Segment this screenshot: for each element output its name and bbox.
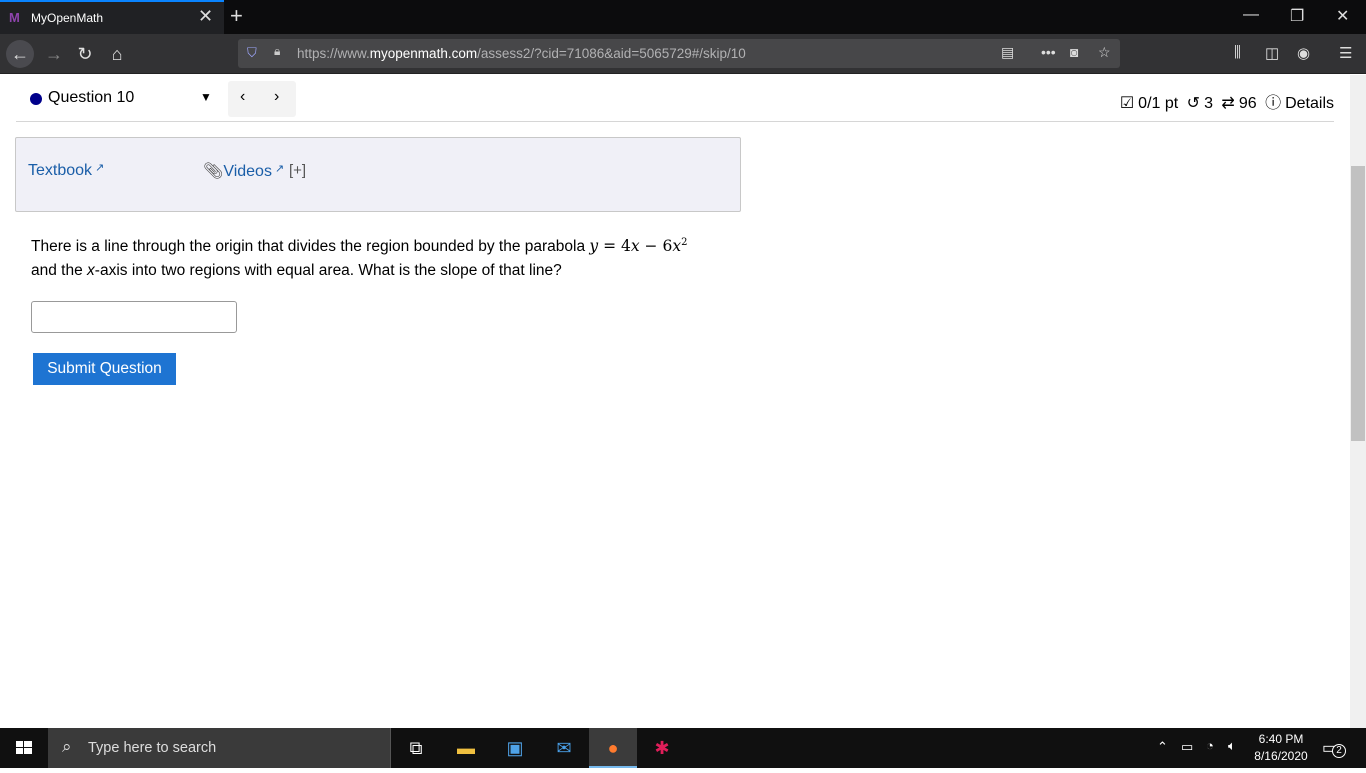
question-stats: ☑ 0/1 pt ↺ 3 ⇄ 96 ⓘ Details — [1116, 89, 1334, 113]
close-tab-icon[interactable]: ✕ — [198, 6, 213, 27]
retries-icon: ↺ — [1186, 95, 1201, 112]
tab-title: MyOpenMath — [31, 11, 104, 25]
show-hidden-icons-icon[interactable]: ⌃ — [1157, 739, 1168, 755]
details-link[interactable]: Details — [1285, 95, 1334, 112]
start-button[interactable] — [0, 728, 48, 768]
question-status-dot — [30, 93, 42, 105]
page-content: Question 10 ▼ ‹ › ☑ 0/1 pt ↺ 3 ⇄ 96 ⓘ Detail… — [0, 75, 1350, 728]
reader-view-icon[interactable]: ▤ — [1001, 44, 1014, 61]
file-explorer-icon[interactable]: ▬ — [442, 728, 490, 768]
home-button[interactable]: ⌂ — [103, 40, 131, 68]
submit-question-button[interactable]: Submit Question — [33, 353, 176, 385]
volume-icon[interactable]: 🔈︎ — [1228, 738, 1236, 754]
retries-value: 3 — [1204, 95, 1213, 112]
browser-navbar: ← → ↻ ⌂ ⛉ 🔒︎ https://www.myopenmath.com/… — [0, 34, 1366, 74]
clock-time: 6:40 PM — [1258, 732, 1304, 746]
forward-button[interactable]: → — [40, 40, 68, 68]
external-link-icon: ↗ — [271, 163, 285, 175]
info-icon[interactable]: ⓘ — [1265, 95, 1281, 112]
menu-icon[interactable]: ☰ — [1339, 44, 1352, 62]
firefox-icon[interactable]: ● — [589, 728, 637, 768]
answer-input[interactable] — [31, 301, 237, 333]
next-question-button[interactable]: › — [274, 88, 279, 106]
browser-tab[interactable]: M MyOpenMath ✕ — [0, 0, 224, 34]
taskbar-search[interactable]: ⌕ Type here to search — [48, 728, 391, 768]
notification-center-icon[interactable]: ▭ 2 — [1322, 738, 1346, 758]
question-header: Question 10 ▼ ‹ › ☑ 0/1 pt ↺ 3 ⇄ 96 ⓘ Detail… — [16, 75, 1334, 122]
points-value: 0/1 pt — [1138, 95, 1179, 112]
page-actions-icon[interactable]: ••• — [1041, 44, 1056, 60]
attempts-value: 96 — [1238, 95, 1257, 112]
question-text: There is a line through the origin that … — [31, 237, 688, 280]
external-link-icon: ↗ — [92, 162, 105, 174]
textbook-link[interactable]: Textbook ↗ — [28, 161, 104, 180]
url-text[interactable]: https://www.myopenmath.com/assess2/?cid=… — [297, 46, 746, 61]
slack-icon[interactable]: ✱ — [638, 728, 686, 768]
clock-date: 8/16/2020 — [1254, 749, 1308, 763]
question-nav: ‹ › — [228, 81, 296, 117]
tracking-shield-icon[interactable]: ⛉ — [247, 45, 257, 61]
question-selector[interactable]: Question 10 — [48, 89, 134, 107]
lock-icon[interactable]: 🔒︎ — [274, 44, 280, 59]
dropdown-caret-icon[interactable]: ▼ — [200, 90, 212, 104]
reload-button[interactable]: ↻ — [71, 40, 99, 68]
restore-button[interactable]: ❐ — [1290, 6, 1304, 26]
search-icon: ⌕ — [62, 737, 72, 756]
attempts-icon: ⇄ — [1221, 95, 1235, 112]
back-button[interactable]: ← — [6, 40, 34, 68]
new-tab-button[interactable]: + — [230, 3, 243, 29]
store-icon[interactable]: ▣ — [491, 728, 539, 768]
pocket-icon[interactable]: ◙ — [1070, 44, 1078, 60]
search-placeholder: Type here to search — [88, 740, 217, 756]
scrollbar-thumb[interactable] — [1351, 166, 1365, 441]
library-icon[interactable]: ⫼ — [1234, 44, 1241, 61]
account-icon[interactable]: ◉ — [1297, 44, 1310, 62]
task-view-icon[interactable]: ⧉ — [392, 728, 440, 768]
notification-count: 2 — [1332, 744, 1346, 758]
paperclip-icon: 📎︎ — [203, 163, 224, 180]
close-window-button[interactable]: ✕ — [1336, 6, 1349, 26]
mail-icon[interactable]: ✉ — [540, 728, 588, 768]
clock[interactable]: 6:40 PM 8/16/2020 — [1248, 731, 1314, 765]
previous-question-button[interactable]: ‹ — [240, 88, 245, 106]
taskbar: ⌕ Type here to search ⧉ ▬ ▣ ✉ ● ✱ ⌃ ▭ ◔ … — [0, 728, 1366, 768]
browser-titlebar: M MyOpenMath ✕ + — ❐ ✕ — [0, 0, 1366, 34]
help-box: Textbook ↗ 📎︎Videos ↗ [+] — [15, 137, 741, 212]
battery-icon[interactable]: ▭ — [1181, 739, 1193, 755]
videos-link[interactable]: 📎︎Videos ↗ — [203, 161, 284, 181]
expand-videos-button[interactable]: [+] — [289, 162, 306, 179]
minimize-button[interactable]: — — [1243, 6, 1259, 24]
sidebar-icon[interactable]: ◫ — [1265, 44, 1279, 62]
windows-icon — [16, 741, 32, 754]
wifi-icon[interactable]: ◔ — [1206, 738, 1214, 753]
myopenmath-logo-icon: M — [9, 10, 20, 25]
points-icon: ☑ — [1119, 95, 1135, 112]
bookmark-star-icon[interactable]: ☆ — [1098, 44, 1111, 61]
url-bar[interactable]: ⛉ 🔒︎ https://www.myopenmath.com/assess2/… — [238, 39, 1120, 68]
math-expression: y = 4x − 6x2 — [589, 237, 688, 256]
